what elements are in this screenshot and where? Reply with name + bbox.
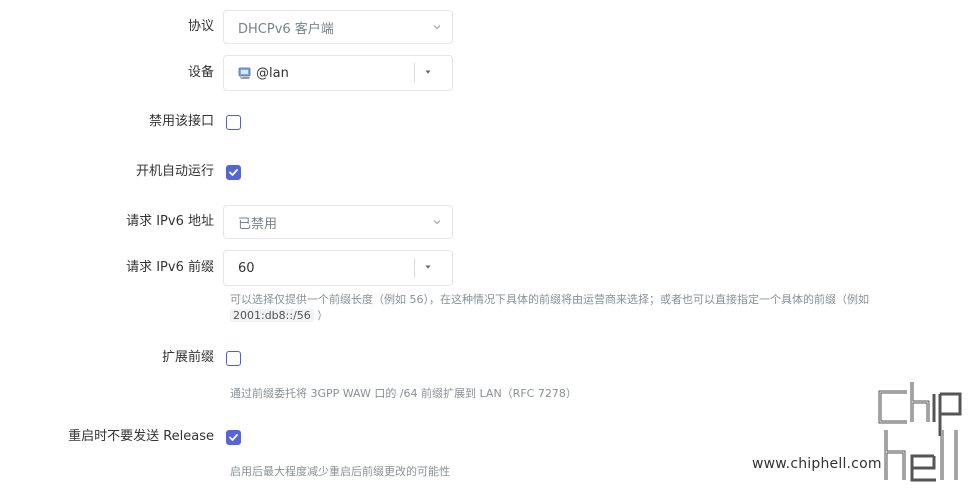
chiphell-logo-icon — [878, 382, 962, 482]
checkmark-icon — [229, 169, 238, 176]
interface-settings-form: 协议 DHCPv6 客户端 设备 @lan 禁用该接口 开机自动运行 请求 IP… — [0, 0, 980, 500]
request-ipv6-prefix-row: 请求 IPv6 前缀 60 — [0, 250, 980, 286]
autostart-row: 开机自动运行 — [0, 162, 980, 182]
request-ipv6-prefix-value: 60 — [238, 260, 255, 276]
no-release-label: 重启时不要发送 Release — [68, 429, 214, 444]
help-text-end: ） — [317, 309, 329, 322]
combobox-divider — [414, 63, 415, 83]
extend-prefix-label: 扩展前缀 — [161, 350, 214, 365]
protocol-value: DHCPv6 客户端 — [238, 21, 334, 37]
extend-prefix-checkbox[interactable] — [226, 351, 241, 366]
autostart-checkbox[interactable] — [226, 165, 241, 180]
help-text: 可以选择仅提供一个前缀长度（例如 56），在这种情况下具体的前缀将由运营商来选择… — [230, 293, 869, 306]
network-interface-icon — [238, 67, 251, 79]
chevron-down-icon — [433, 25, 441, 30]
autostart-label: 开机自动运行 — [135, 164, 214, 179]
protocol-select[interactable]: DHCPv6 客户端 — [223, 10, 453, 44]
request-ipv6-address-label: 请求 IPv6 地址 — [126, 214, 214, 229]
request-ipv6-address-row: 请求 IPv6 地址 已禁用 — [0, 205, 980, 239]
request-ipv6-address-select[interactable]: 已禁用 — [223, 205, 453, 239]
protocol-label: 协议 — [187, 19, 214, 34]
protocol-row: 协议 DHCPv6 客户端 — [0, 10, 980, 44]
watermark-url: www.chiphell.com — [752, 456, 882, 472]
combobox-divider — [414, 258, 415, 278]
request-ipv6-prefix-combobox[interactable]: 60 — [223, 250, 453, 286]
chiphell-watermark: www.chiphell.com — [752, 380, 972, 490]
checkmark-icon — [229, 434, 238, 441]
device-label: 设备 — [187, 65, 214, 80]
request-ipv6-prefix-label: 请求 IPv6 前缀 — [126, 260, 214, 275]
chevron-down-icon — [433, 220, 441, 225]
example-prefix-code: 2001:db8::/56 — [230, 309, 314, 322]
dropdown-arrow-icon[interactable] — [425, 264, 431, 270]
disable-interface-row: 禁用该接口 — [0, 112, 980, 132]
request-ipv6-address-value: 已禁用 — [238, 216, 278, 232]
dropdown-arrow-icon[interactable] — [425, 69, 431, 75]
device-combobox[interactable]: @lan — [223, 55, 453, 91]
disable-interface-checkbox[interactable] — [226, 115, 241, 130]
no-release-checkbox[interactable] — [226, 430, 241, 445]
device-row: 设备 @lan — [0, 55, 980, 91]
request-ipv6-prefix-help: 可以选择仅提供一个前缀长度（例如 56），在这种情况下具体的前缀将由运营商来选择… — [230, 292, 930, 324]
disable-interface-label: 禁用该接口 — [148, 114, 214, 129]
device-value: @lan — [256, 65, 289, 81]
extend-prefix-row: 扩展前缀 — [0, 348, 980, 368]
